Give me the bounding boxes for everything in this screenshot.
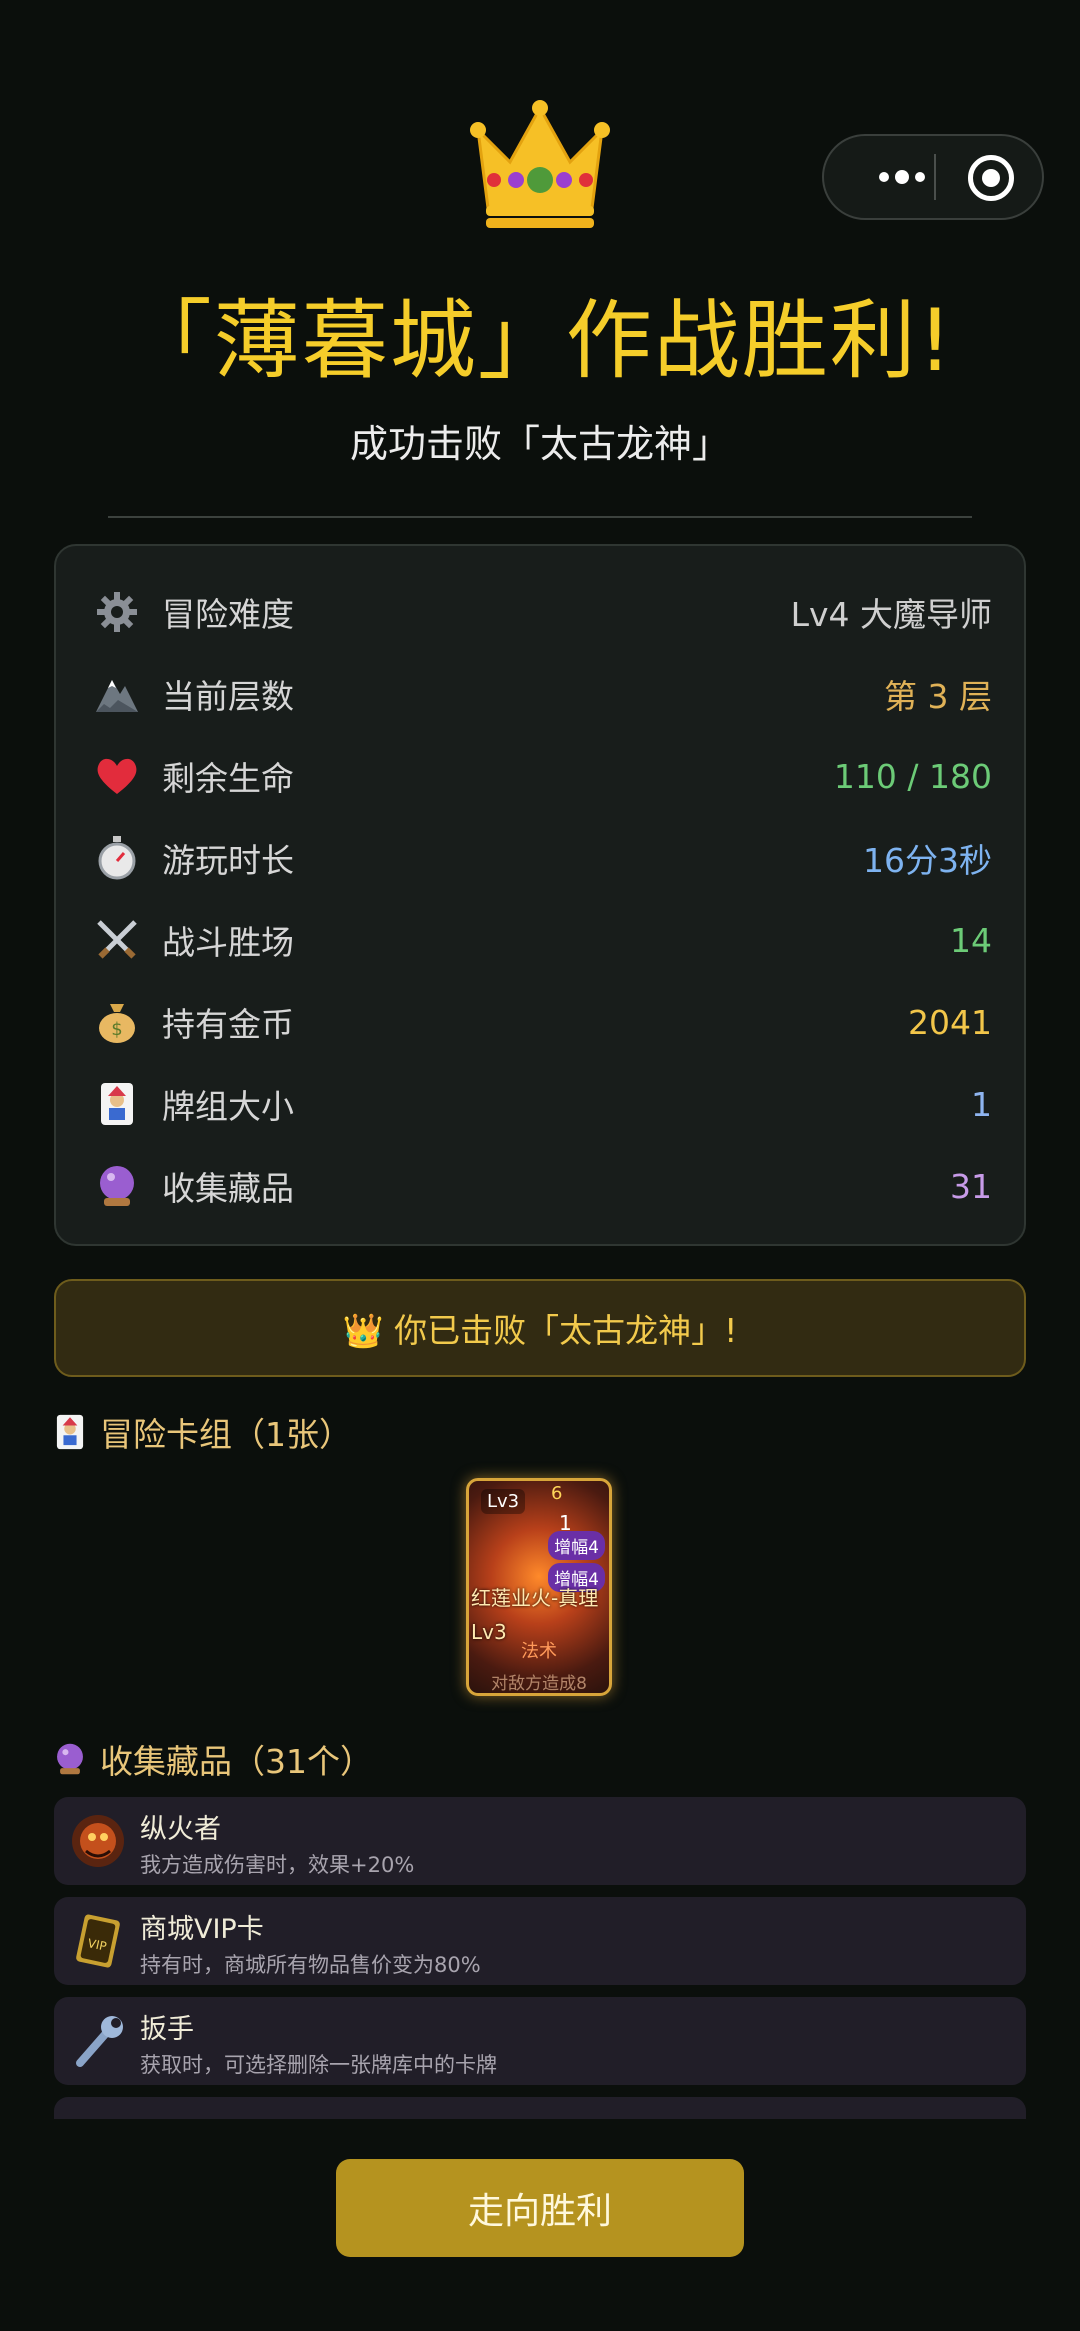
stat-value: 16分3秒 (863, 841, 992, 880)
stat-row-wins: 战斗胜场 14 (92, 910, 992, 970)
relic-name: 扳手 (140, 2014, 194, 2045)
capsule-divider (934, 154, 936, 200)
stat-label: 收集藏品 (162, 1169, 294, 1208)
crossed-swords-icon (92, 915, 142, 965)
relic-item[interactable]: VIP 商城VIP卡 持有时，商城所有物品售价变为80% (54, 1897, 1026, 1985)
stat-row-deck: 牌组大小 1 (92, 1074, 992, 1134)
stat-value: 第 3 层 (884, 677, 992, 716)
crystal-ball-icon (92, 1161, 142, 1211)
card-level: Lv3 (481, 1489, 526, 1514)
fire-monster-icon (72, 1815, 124, 1867)
card-type: 法术 (521, 1641, 557, 1662)
stat-label: 牌组大小 (162, 1087, 294, 1126)
joker-card-icon (92, 1079, 142, 1129)
deck-card[interactable]: Lv3 6 1 增幅4 增幅4 红莲业火-真理Lv3 法术 对敌方造成8 (466, 1478, 612, 1696)
miniprogram-capsule (822, 134, 1044, 220)
stat-label: 冒险难度 (162, 595, 294, 634)
card-cost: 6 (551, 1483, 563, 1504)
relic-item[interactable] (54, 2097, 1026, 2119)
stat-row-relics: 收集藏品 31 (92, 1156, 992, 1216)
stat-row-difficulty: 冒险难度 Lv4 大魔导师 (92, 582, 992, 642)
vip-card-icon: VIP (76, 1914, 120, 1968)
target-icon[interactable] (968, 155, 1014, 201)
relic-item[interactable]: 纵火者 我方造成伤害时，效果+20% (54, 1797, 1026, 1885)
crown-icon (470, 100, 610, 228)
victory-button[interactable]: 走向胜利 (336, 2159, 744, 2257)
relic-title: 收集藏品（31个） (100, 1742, 373, 1781)
stat-value: 1 (971, 1084, 992, 1124)
defeat-banner: 👑 你已击败「太古龙神」! (54, 1279, 1026, 1377)
relic-section-title: 收集藏品（31个） (54, 1735, 373, 1783)
stat-row-gold: $ 持有金币 2041 (92, 992, 992, 1052)
deck-title: 冒险卡组（1张） (100, 1415, 352, 1454)
stat-label: 战斗胜场 (162, 923, 294, 962)
relic-desc: 我方造成伤害时，效果+20% (140, 1853, 415, 1877)
card-description: 对敌方造成8 (491, 1674, 587, 1694)
relic-name: 商城VIP卡 (140, 1914, 264, 1945)
relic-name: 纵火者 (140, 1814, 221, 1845)
stat-row-floor: 当前层数 第 3 层 (92, 664, 992, 724)
relic-desc: 持有时，商城所有物品售价变为80% (140, 1953, 481, 1977)
crystal-ball-icon (57, 1743, 83, 1775)
card-tag: 增幅4 (548, 1531, 605, 1560)
heart-icon (92, 751, 142, 801)
stat-row-playtime: 游玩时长 16分3秒 (92, 828, 992, 888)
stats-panel: 冒险难度 Lv4 大魔导师 当前层数 第 3 层 剩余生命 110 / 180 … (54, 544, 1026, 1246)
divider (108, 516, 972, 518)
victory-subtitle: 成功击败「太古龙神」 (349, 422, 730, 466)
relic-item[interactable]: 扳手 获取时，可选择删除一张牌库中的卡牌 (54, 1997, 1026, 2085)
stat-label: 游玩时长 (162, 841, 294, 880)
stat-value: Lv4 大魔导师 (790, 595, 992, 634)
stat-label: 剩余生命 (162, 759, 294, 798)
stat-label: 当前层数 (162, 677, 294, 716)
victory-title: 「薄暮城」作战胜利! (125, 291, 955, 391)
svg-text:$: $ (111, 1019, 122, 1040)
deck-section-title: 冒险卡组（1张） (54, 1408, 352, 1456)
stat-value: 31 (950, 1166, 992, 1206)
joker-card-icon (56, 1414, 84, 1450)
stat-value: 14 (950, 920, 992, 960)
stopwatch-icon (92, 833, 142, 883)
stat-value: 110 / 180 (833, 756, 992, 796)
mountain-icon (92, 669, 142, 719)
stat-label: 持有金币 (162, 1005, 294, 1044)
money-bag-icon: $ (92, 997, 142, 1047)
stat-row-hp: 剩余生命 110 / 180 (92, 746, 992, 806)
relic-list[interactable]: 纵火者 我方造成伤害时，效果+20% VIP 商城VIP卡 持有时，商城所有物品… (54, 1797, 1026, 2119)
gear-icon (92, 587, 142, 637)
stat-value: 2041 (908, 1002, 992, 1042)
relic-desc: 获取时，可选择删除一张牌库中的卡牌 (140, 2053, 497, 2077)
wrench-icon (76, 2016, 123, 2067)
